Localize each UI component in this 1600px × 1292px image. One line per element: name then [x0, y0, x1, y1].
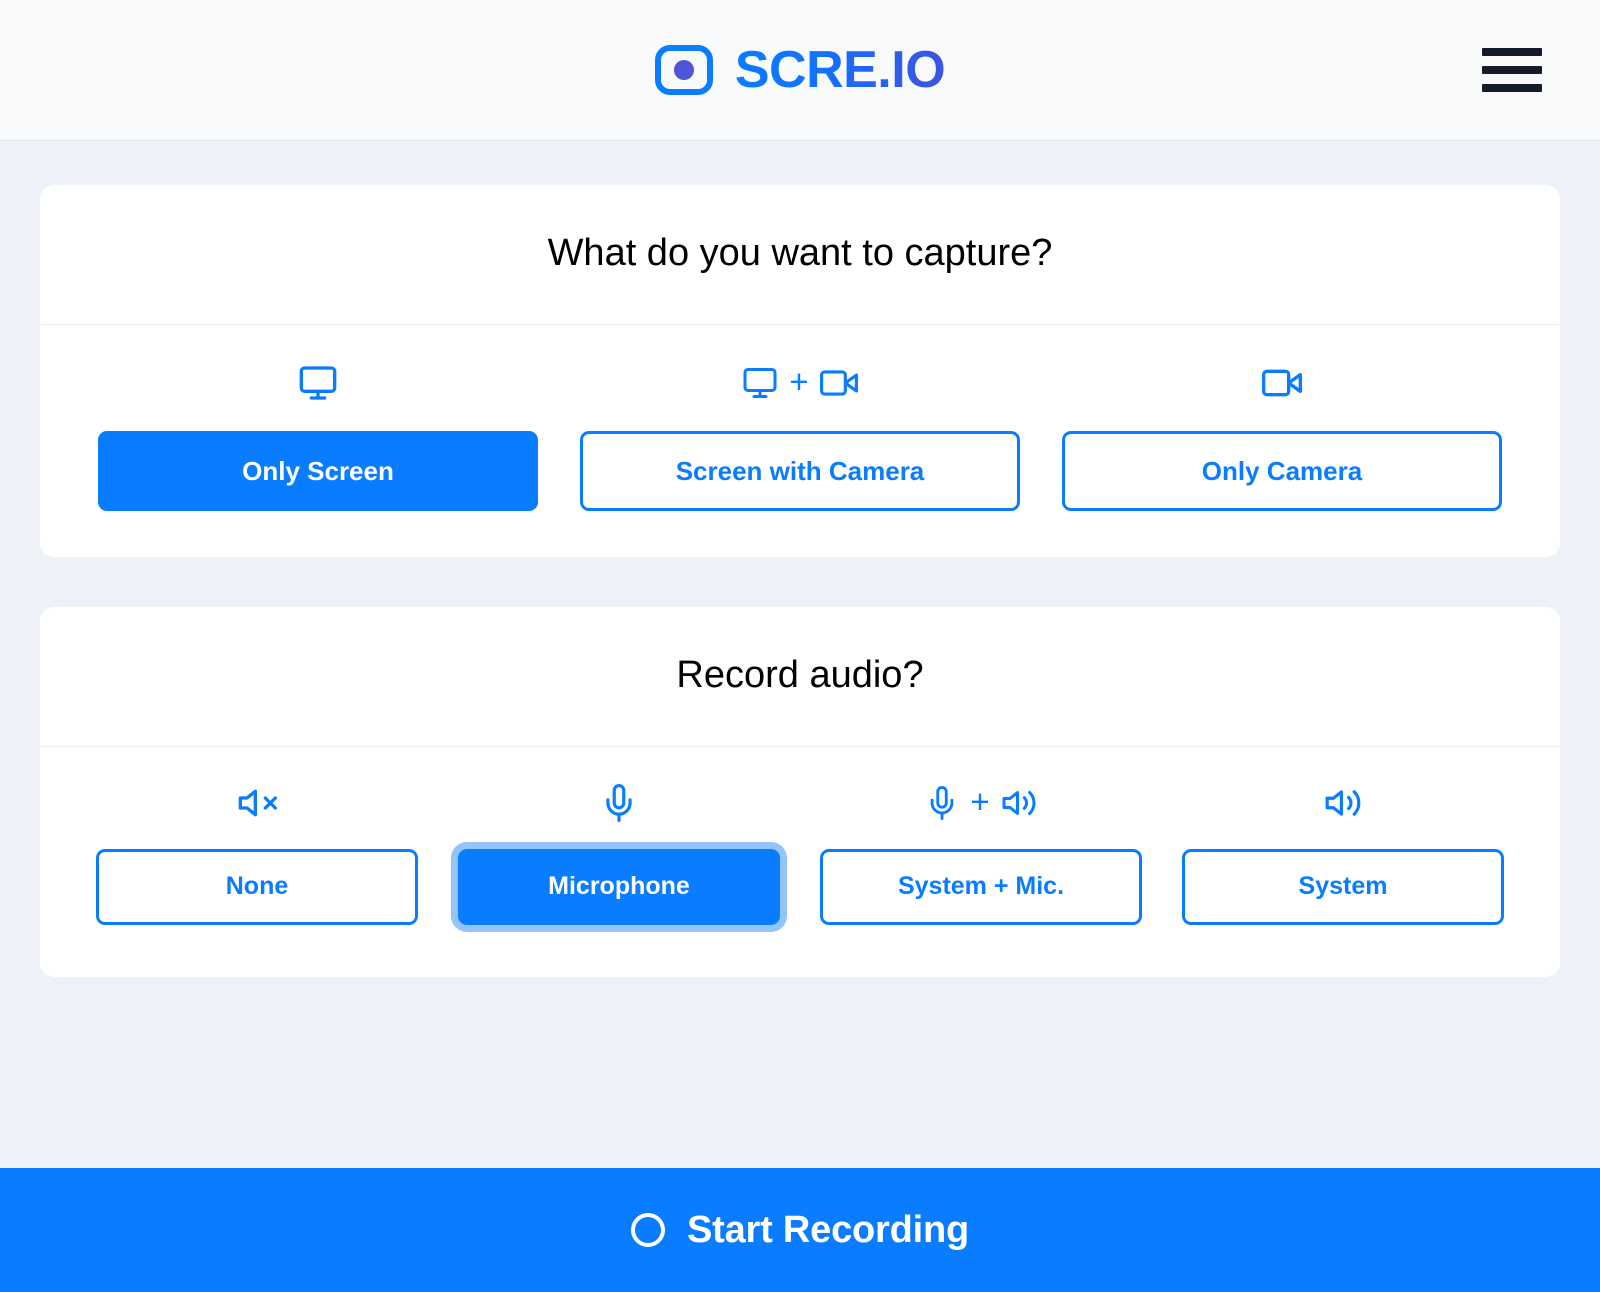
- capture-option-only-camera: Only Camera: [1062, 363, 1502, 511]
- capture-card: What do you want to capture? Only Screen: [40, 185, 1560, 557]
- audio-system-mic-button[interactable]: System + Mic.: [820, 848, 1142, 925]
- menu-bar-2: [1482, 66, 1542, 74]
- audio-card-title: Record audio?: [40, 607, 1560, 747]
- start-recording-label: Start Recording: [686, 1209, 970, 1251]
- audio-option-none: None: [96, 783, 418, 925]
- screen-with-camera-button[interactable]: Screen with Camera: [580, 430, 1020, 511]
- speaker-icon: [1324, 783, 1362, 823]
- screen-record-logo-icon: [654, 45, 713, 95]
- speaker-muted-icon: [237, 783, 277, 823]
- capture-card-title: What do you want to capture?: [40, 185, 1560, 325]
- brand-name: SCRE.IO: [734, 41, 946, 99]
- audio-option-system-mic: + System + Mic.: [820, 783, 1142, 925]
- start-recording-button[interactable]: Start Recording: [0, 1168, 1600, 1292]
- plus-glyph: +: [970, 783, 990, 821]
- capture-options: Only Screen + Screen with Camera Only Ca…: [40, 325, 1560, 557]
- capture-option-screen-with-camera: + Screen with Camera: [580, 363, 1020, 511]
- menu-bar-3: [1482, 84, 1542, 92]
- monitor-icon: [298, 363, 338, 403]
- app-root: SCRE.IO What do you want to capture? Onl…: [0, 0, 1600, 1292]
- audio-option-system: System: [1182, 783, 1504, 925]
- app-header: SCRE.IO: [0, 0, 1600, 141]
- main-content: What do you want to capture? Only Screen: [0, 141, 1600, 1168]
- audio-option-microphone: Microphone: [458, 783, 780, 925]
- capture-option-only-screen: Only Screen: [98, 363, 538, 511]
- menu-bar-1: [1482, 48, 1542, 56]
- video-camera-icon: [1262, 363, 1302, 403]
- audio-microphone-button[interactable]: Microphone: [458, 848, 780, 925]
- only-screen-button[interactable]: Only Screen: [98, 430, 538, 511]
- monitor-plus-camera-icon: +: [742, 363, 858, 403]
- only-camera-button[interactable]: Only Camera: [1062, 430, 1502, 511]
- audio-system-button[interactable]: System: [1182, 848, 1504, 925]
- record-circle-icon: [630, 1213, 665, 1247]
- microphone-plus-speaker-icon: +: [925, 783, 1036, 823]
- audio-none-button[interactable]: None: [96, 848, 418, 925]
- microphone-icon: [600, 783, 638, 823]
- hamburger-menu-icon[interactable]: [1482, 46, 1542, 94]
- plus-glyph: +: [789, 363, 809, 401]
- audio-options: None Microphone + System + Mic. System: [40, 747, 1560, 977]
- brand-logo[interactable]: SCRE.IO: [654, 41, 946, 99]
- audio-card: Record audio? None Microphone + System +…: [40, 606, 1560, 977]
